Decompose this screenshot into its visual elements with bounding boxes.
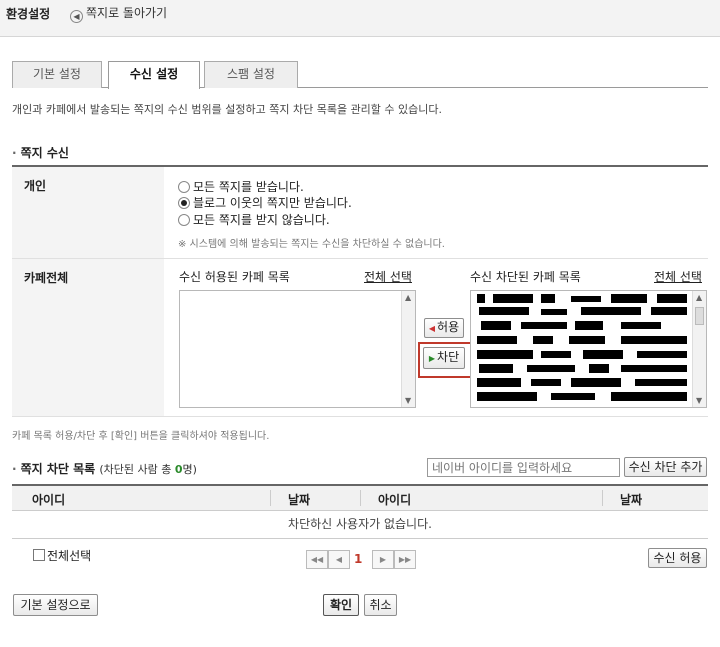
cafe-row-label: 카페전체 [12,259,164,416]
radio-icon[interactable] [178,181,190,193]
scroll-thumb[interactable] [695,307,704,325]
blocked-select-all-link[interactable]: 전체 선택 [654,268,702,285]
scroll-up-icon[interactable]: ▲ [405,293,411,302]
prev-page-icon[interactable]: ◀ [328,550,350,569]
tab-spam-settings[interactable]: 스팸 설정 [204,61,298,88]
top-bar: 환경설정 ◀ 쪽지로 돌아가기 [0,0,720,37]
column-header-date: 날짜 [620,493,643,507]
page-description: 개인과 카페에서 발송되는 쪽지의 수신 범위를 설정하고 쪽지 차단 목록을 … [12,103,443,116]
radio-neighbors-only[interactable]: 블로그 이웃의 쪽지만 받습니다. [178,194,352,211]
system-note: ※ 시스템에 의해 발송되는 쪽지는 수신을 차단하실 수 없습니다. [178,239,445,250]
row-divider [12,416,708,417]
scroll-down-icon[interactable]: ▼ [696,396,702,405]
column-header-date: 날짜 [288,493,311,507]
allowed-cafe-listbox[interactable]: ▲ ▼ [179,290,416,408]
add-block-button[interactable]: 수신 차단 추가 [624,457,707,477]
last-page-icon[interactable]: ▶▶ [394,550,416,569]
tab-receive-settings[interactable]: 수신 설정 [108,61,200,89]
page-title: 환경설정 [6,7,51,21]
tab-basic-settings[interactable]: 기본 설정 [12,61,102,88]
bullet-icon: · [12,462,17,476]
block-id-input[interactable] [427,458,620,477]
radio-no-messages[interactable]: 모든 쪽지를 받지 않습니다. [178,211,330,228]
column-header-id: 아이디 [378,493,412,507]
block-table-header: 아이디 날짜 아이디 날짜 [12,484,708,511]
reset-default-button[interactable]: 기본 설정으로 [13,594,98,616]
scrollbar[interactable]: ▲ ▼ [401,291,415,407]
scrollbar[interactable]: ▲ ▼ [692,291,706,407]
allowed-cafe-list-title: 수신 허용된 카페 목록 [179,270,290,284]
arrow-left-icon: ◀ [428,324,436,333]
cancel-button[interactable]: 취소 [364,594,397,616]
bullet-icon: · [12,146,17,160]
blocked-cafe-listbox[interactable]: ▲ ▼ [470,290,707,408]
radio-icon[interactable] [178,214,190,226]
allow-cafe-button[interactable]: ◀ 허용 [424,318,464,338]
highlight-box [418,342,475,378]
chevron-left-icon: ◀ [70,10,83,23]
current-page-number[interactable]: 1 [354,552,362,566]
allow-receive-button[interactable]: 수신 허용 [648,548,707,568]
back-to-messages-link[interactable]: ◀ 쪽지로 돌아가기 [70,4,167,23]
first-page-icon[interactable]: ◀◀ [306,550,328,569]
block-count: (차단된 사람 총 0명) [99,463,197,476]
block-list-section-title: · 쪽지 차단 목록 (차단된 사람 총 0명) [12,462,197,476]
settings-tabs: 기본 설정 수신 설정 스팸 설정 [12,61,708,89]
select-all-checkbox[interactable] [33,549,45,561]
next-page-icon[interactable]: ▶ [372,550,394,569]
scroll-up-icon[interactable]: ▲ [696,293,702,302]
receive-section-title: · 쪽지 수신 [12,146,69,160]
empty-table-message: 차단하신 사용자가 없습니다. [12,511,708,539]
back-label: 쪽지로 돌아가기 [86,6,168,20]
confirm-button[interactable]: 확인 [323,594,359,616]
personal-row-label: 개인 [12,167,164,258]
scroll-down-icon[interactable]: ▼ [405,396,411,405]
cafe-footnote: 카페 목록 허용/차단 후 [확인] 버튼을 클릭하셔야 적용됩니다. [12,431,270,442]
radio-all-messages[interactable]: 모든 쪽지를 받습니다. [178,178,304,195]
blocked-cafe-list-title: 수신 차단된 카페 목록 [470,270,581,284]
column-header-id: 아이디 [32,493,66,507]
allowed-select-all-link[interactable]: 전체 선택 [364,268,412,285]
select-all-label: 전체선택 [47,549,92,563]
radio-selected-icon[interactable] [178,197,190,209]
